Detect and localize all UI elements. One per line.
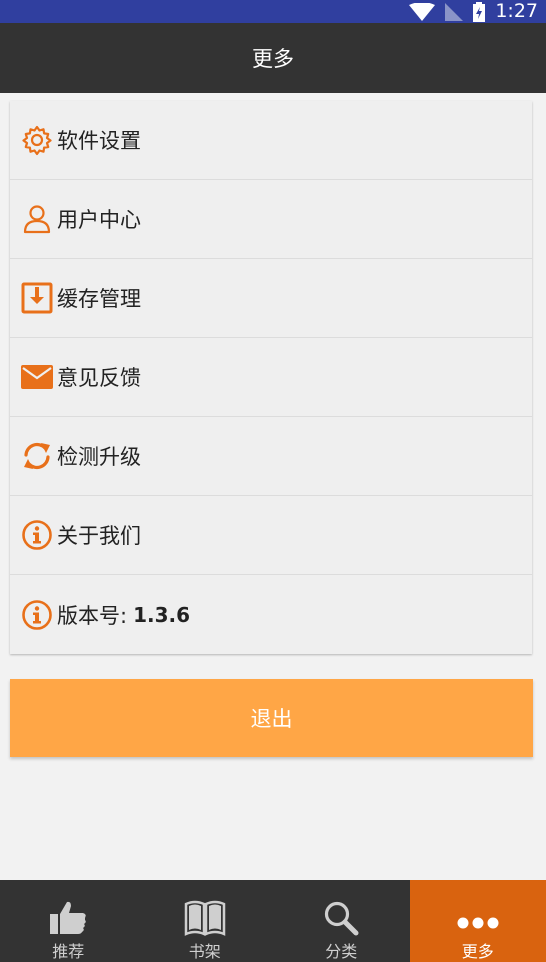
tab-bookshelf[interactable]: 书架 <box>137 880 274 962</box>
tab-label: 更多 <box>461 942 494 961</box>
refresh-icon <box>19 438 55 474</box>
menu-item-label: 检测升级 <box>57 445 141 469</box>
gear-icon <box>19 122 55 158</box>
tab-category[interactable]: 分类 <box>273 880 410 962</box>
envelope-icon <box>19 359 55 395</box>
user-icon <box>19 201 55 237</box>
status-time: 1:27 <box>495 0 538 22</box>
menu-item-label: 软件设置 <box>57 129 141 153</box>
menu-item-software-settings[interactable]: 软件设置 <box>10 101 532 180</box>
status-icons: 1:27 <box>409 0 538 23</box>
download-icon <box>19 280 55 316</box>
menu-item-version: 版本号: 1.3.6 <box>10 575 532 654</box>
menu-item-about-us[interactable]: 关于我们 <box>10 496 532 575</box>
settings-menu: 软件设置 用户中心 缓存管理 意见反馈 检测升级 关于我们 版本号: 1.3.6 <box>10 101 532 654</box>
menu-item-label: 缓存管理 <box>57 287 141 311</box>
menu-item-label: 关于我们 <box>57 524 141 548</box>
logout-button[interactable]: 退出 <box>10 679 533 757</box>
info-icon <box>19 517 55 553</box>
tab-recommend[interactable]: 推荐 <box>0 880 137 962</box>
tab-label: 分类 <box>325 942 358 961</box>
menu-item-user-center[interactable]: 用户中心 <box>10 180 532 259</box>
signal-icon <box>445 2 464 21</box>
more-icon <box>456 894 500 936</box>
logout-label: 退出 <box>250 707 293 731</box>
tab-more[interactable]: 更多 <box>409 880 546 962</box>
menu-item-cache-management[interactable]: 缓存管理 <box>10 259 532 338</box>
app-bar: 更多 <box>0 23 546 93</box>
wifi-icon <box>409 2 436 21</box>
tab-label: 推荐 <box>52 942 85 961</box>
version-number: 1.3.6 <box>133 602 191 627</box>
menu-item-feedback[interactable]: 意见反馈 <box>10 338 532 417</box>
menu-item-check-update[interactable]: 检测升级 <box>10 417 532 496</box>
status-bar: 1:27 <box>0 0 546 23</box>
bottom-nav: 推荐 书架 分类 更多 <box>0 880 546 962</box>
menu-item-label: 意见反馈 <box>57 366 141 390</box>
tab-label: 书架 <box>188 942 221 961</box>
menu-item-label: 用户中心 <box>57 208 141 232</box>
thumbs-up-icon <box>48 894 88 936</box>
version-label: 版本号: <box>57 603 128 628</box>
battery-icon <box>473 1 486 22</box>
info-icon <box>19 597 55 633</box>
search-icon <box>323 894 359 936</box>
book-icon <box>184 894 226 936</box>
page-title: 更多 <box>252 47 294 71</box>
